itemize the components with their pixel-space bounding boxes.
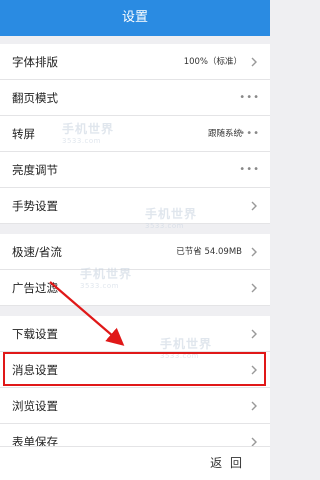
row-label: 转屏 bbox=[12, 127, 35, 141]
row-value: 跟随系统 bbox=[207, 129, 242, 139]
row-label: 亮度调节 bbox=[12, 163, 58, 177]
row-label: 消息设置 bbox=[12, 363, 58, 377]
chevron-right-icon bbox=[251, 201, 257, 211]
setting-row-gesture[interactable]: 手势设置 bbox=[0, 188, 270, 224]
setting-row-brightness[interactable]: 亮度调节 ••• bbox=[0, 152, 270, 188]
page-title: 设置 bbox=[121, 10, 148, 25]
title-bar: 设置 bbox=[0, 0, 270, 36]
chevron-right-icon bbox=[251, 365, 257, 375]
row-value: 已节省 54.09MB bbox=[176, 247, 242, 257]
setting-row-page-turn-mode[interactable]: 翻页模式 ••• bbox=[0, 80, 270, 116]
row-label: 广告过滤 bbox=[12, 281, 58, 295]
bottom-bar: 返 回 bbox=[0, 446, 270, 480]
setting-row-speed-data-saver[interactable]: 极速/省流 已节省 54.09MB bbox=[0, 234, 270, 270]
setting-row-browse[interactable]: 浏览设置 bbox=[0, 388, 270, 424]
chevron-right-icon bbox=[251, 401, 257, 411]
back-button[interactable]: 返 回 bbox=[210, 447, 244, 479]
chevron-right-icon bbox=[251, 283, 257, 293]
chevron-right-icon bbox=[251, 329, 257, 339]
row-label: 翻页模式 bbox=[12, 91, 58, 105]
row-label: 浏览设置 bbox=[12, 399, 58, 413]
more-dots-icon: ••• bbox=[239, 92, 260, 103]
more-dots-icon: ••• bbox=[239, 164, 260, 175]
row-value: 100%（标准） bbox=[183, 57, 242, 67]
setting-row-message[interactable]: 消息设置 bbox=[0, 352, 270, 388]
row-label: 极速/省流 bbox=[12, 245, 62, 259]
row-label: 手势设置 bbox=[12, 199, 58, 213]
setting-row-font-layout[interactable]: 字体排版 100%（标准） bbox=[0, 44, 270, 80]
chevron-right-icon bbox=[251, 57, 257, 67]
setting-row-ad-filter[interactable]: 广告过滤 bbox=[0, 270, 270, 306]
setting-row-rotate-screen[interactable]: 转屏 跟随系统 ••• bbox=[0, 116, 270, 152]
setting-row-download[interactable]: 下载设置 bbox=[0, 316, 270, 352]
chevron-right-icon bbox=[251, 247, 257, 257]
more-dots-icon: ••• bbox=[239, 128, 260, 139]
row-label: 下载设置 bbox=[12, 327, 58, 341]
row-label: 字体排版 bbox=[12, 55, 58, 69]
